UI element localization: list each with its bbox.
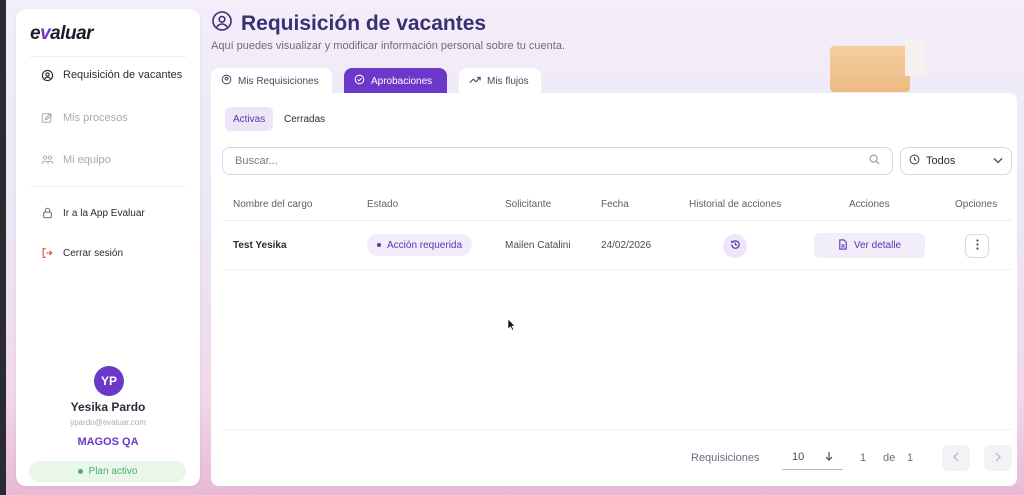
chevron-right-icon bbox=[995, 449, 1001, 467]
page-size-select[interactable]: 10 bbox=[782, 445, 843, 470]
cell-fecha: 24/02/2026 bbox=[601, 240, 652, 251]
column-header-opciones: Opciones bbox=[955, 199, 998, 210]
user-email: ypardo@evaluar.com bbox=[70, 418, 146, 427]
chevron-down-icon bbox=[993, 155, 1003, 167]
sidebar: evaluar Requisición de vacantes Mis proc… bbox=[16, 9, 200, 486]
cell-cargo: Test Yesika bbox=[233, 240, 287, 251]
app-logo[interactable]: evaluar bbox=[30, 23, 94, 45]
cell-solicitante: Mailen Catalini bbox=[505, 240, 571, 251]
sidebar-item-label: Mi equipo bbox=[63, 154, 111, 166]
sidebar-divider bbox=[30, 186, 186, 187]
window-edge bbox=[0, 0, 6, 495]
status-filter-dropdown[interactable]: Todos bbox=[900, 147, 1012, 175]
table-divider bbox=[222, 220, 1012, 221]
page-title: Requisición de vacantes bbox=[241, 11, 487, 35]
tab-mis-requisiciones[interactable]: Mis Requisiciones bbox=[211, 68, 332, 94]
chevron-left-icon bbox=[953, 449, 959, 467]
column-header-estado: Estado bbox=[367, 199, 399, 210]
requisition-icon bbox=[40, 68, 54, 82]
row-options-button[interactable] bbox=[965, 234, 989, 258]
sidebar-divider bbox=[30, 56, 186, 57]
user-name: Yesika Pardo bbox=[70, 400, 146, 414]
column-header-fecha: Fecha bbox=[601, 199, 629, 210]
sidebar-item-label: Ir a la App Evaluar bbox=[63, 207, 145, 219]
status-dot-icon bbox=[77, 469, 83, 474]
history-button[interactable] bbox=[723, 234, 747, 258]
requisitions-panel: Activas Cerradas Todos Nombre del cargo … bbox=[211, 93, 1017, 486]
check-circle-icon bbox=[354, 74, 365, 88]
page-size-value: 10 bbox=[792, 451, 805, 463]
filter-value: Todos bbox=[926, 155, 956, 167]
plan-status-label: Plan activo bbox=[88, 466, 138, 477]
organization-name: MAGOS QA bbox=[77, 436, 139, 448]
search-box[interactable] bbox=[222, 147, 893, 175]
tab-aprobaciones[interactable]: Aprobaciones bbox=[344, 68, 447, 94]
mouse-cursor-icon bbox=[507, 318, 516, 336]
search-input[interactable] bbox=[235, 155, 835, 167]
trend-icon bbox=[469, 75, 481, 88]
requisition-icon bbox=[221, 74, 232, 88]
document-icon bbox=[838, 238, 848, 253]
page-header: Requisición de vacantes bbox=[211, 10, 486, 37]
column-header-cargo: Nombre del cargo bbox=[233, 199, 313, 210]
page-subtitle: Aquí puedes visualizar y modificar infor… bbox=[211, 40, 566, 52]
column-header-historial: Historial de acciones bbox=[689, 199, 782, 210]
arrow-down-icon bbox=[825, 451, 833, 464]
status-badge: Acción requerida bbox=[367, 234, 473, 256]
sidebar-item-label: Mis procesos bbox=[63, 112, 128, 124]
current-page: 1 bbox=[860, 452, 867, 464]
sidebar-item-label: Cerrar sesión bbox=[63, 247, 124, 259]
sidebar-item-mi-equipo[interactable]: Mi equipo bbox=[40, 148, 111, 172]
search-icon bbox=[869, 152, 880, 170]
view-detail-label: Ver detalle bbox=[853, 240, 902, 251]
decorative-paper bbox=[905, 40, 925, 76]
logout-icon bbox=[40, 246, 54, 260]
edit-icon bbox=[40, 111, 54, 125]
sidebar-item-requisicion[interactable]: Requisición de vacantes bbox=[40, 63, 182, 87]
plan-status-badge: Plan activo bbox=[29, 461, 186, 482]
table-footer-divider bbox=[222, 429, 1012, 430]
subtab-activas[interactable]: Activas bbox=[225, 107, 274, 131]
decorative-folder bbox=[830, 46, 910, 92]
lock-icon bbox=[40, 206, 54, 220]
total-pages: 1 bbox=[907, 452, 914, 464]
sidebar-item-mis-procesos[interactable]: Mis procesos bbox=[40, 106, 128, 130]
sidebar-item-label: Requisición de vacantes bbox=[63, 69, 183, 81]
pagination-label: Requisiciones bbox=[691, 452, 760, 464]
history-icon bbox=[730, 237, 741, 255]
column-header-acciones: Acciones bbox=[849, 199, 890, 210]
clock-icon bbox=[909, 154, 920, 168]
status-label: Acción requerida bbox=[387, 239, 463, 251]
more-vertical-icon bbox=[975, 237, 979, 255]
subtab-cerradas[interactable]: Cerradas bbox=[276, 107, 333, 131]
tab-label: Mis flujos bbox=[487, 75, 529, 87]
sidebar-item-logout[interactable]: Cerrar sesión bbox=[40, 241, 123, 265]
requisition-icon bbox=[211, 10, 233, 37]
team-icon bbox=[40, 153, 54, 167]
avatar[interactable]: YP bbox=[94, 366, 124, 396]
tab-label: Mis Requisiciones bbox=[238, 75, 319, 87]
table-divider bbox=[222, 269, 1012, 270]
sidebar-item-app-evaluar[interactable]: Ir a la App Evaluar bbox=[40, 201, 145, 225]
previous-page-button[interactable] bbox=[942, 445, 970, 471]
status-dot-icon bbox=[377, 243, 381, 247]
view-detail-button[interactable]: Ver detalle bbox=[814, 233, 925, 258]
tab-label: Aprobaciones bbox=[371, 75, 433, 87]
next-page-button[interactable] bbox=[984, 445, 1012, 471]
page-of-label: de bbox=[883, 452, 896, 464]
tab-mis-flujos[interactable]: Mis flujos bbox=[459, 68, 541, 94]
column-header-solicitante: Solicitante bbox=[505, 199, 552, 210]
